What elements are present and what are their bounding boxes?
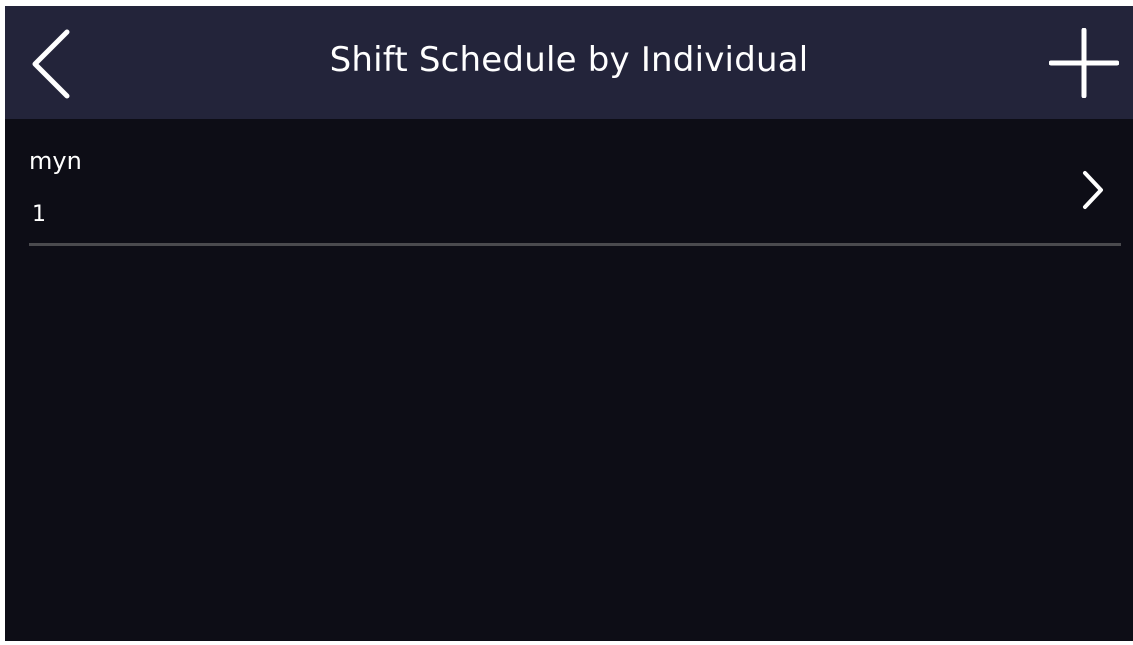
- plus-icon: [1048, 27, 1120, 99]
- chevron-right-icon: [1083, 171, 1103, 209]
- screen: Shift Schedule by Individual myn 1: [5, 6, 1133, 641]
- add-button[interactable]: [1048, 27, 1120, 99]
- header-bar: Shift Schedule by Individual: [5, 6, 1133, 119]
- list-item[interactable]: myn 1: [5, 119, 1133, 247]
- page-title: Shift Schedule by Individual: [329, 40, 809, 80]
- divider: [29, 243, 1121, 246]
- item-name: myn: [29, 147, 82, 175]
- item-value: 1: [32, 202, 46, 227]
